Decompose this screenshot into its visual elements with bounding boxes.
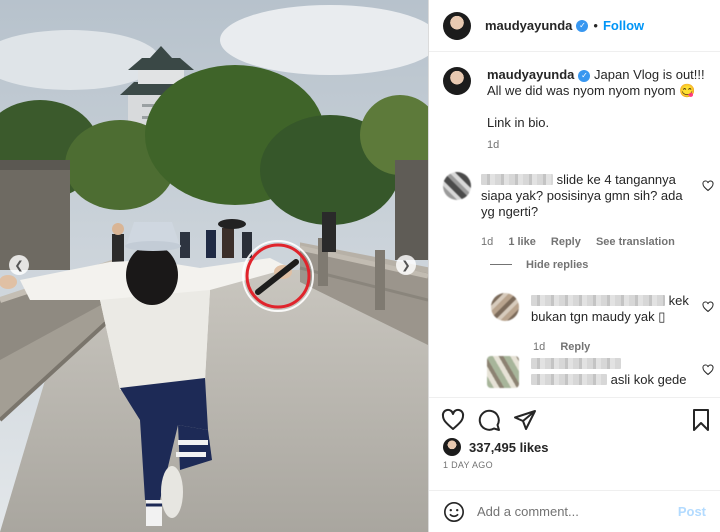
- heart-icon[interactable]: [441, 408, 465, 432]
- share-icon[interactable]: [513, 408, 537, 432]
- heart-icon[interactable]: [702, 364, 714, 376]
- comment-age[interactable]: 1d: [481, 236, 493, 248]
- comment-icon[interactable]: [477, 408, 501, 432]
- like-count[interactable]: 337,495 likes: [469, 440, 549, 455]
- comments-list[interactable]: maudyayunda ✓ Japan Vlog is out!!! All we…: [429, 53, 720, 397]
- post-comment-button[interactable]: Post: [678, 504, 706, 519]
- reply-text: asli kok gede: [610, 372, 687, 387]
- add-comment-bar: Post: [429, 490, 720, 532]
- avatar[interactable]: [443, 438, 461, 456]
- verified-badge-icon: ✓: [576, 19, 589, 32]
- hide-replies-button[interactable]: Hide replies: [490, 259, 588, 271]
- blurred-username: [531, 295, 665, 306]
- separator-dot: •: [593, 18, 598, 33]
- verified-badge-icon: ✓: [578, 70, 591, 82]
- post-photo[interactable]: ❮ ❯: [0, 0, 428, 532]
- caption-username[interactable]: maudyayunda: [487, 67, 574, 82]
- post-actions: 337,495 likes 1 DAY AGO: [429, 397, 720, 490]
- reply-age[interactable]: 1d: [533, 341, 545, 353]
- caption-line: Link in bio.: [487, 115, 550, 130]
- heart-icon[interactable]: [702, 301, 714, 313]
- chevron-left-icon[interactable]: ❮: [9, 255, 29, 275]
- caption-line: Japan Vlog is out!!!: [594, 67, 705, 82]
- blurred-username: [481, 174, 553, 185]
- comment-likes[interactable]: 1 like: [508, 236, 536, 248]
- bookmark-icon[interactable]: [689, 408, 713, 432]
- follow-button[interactable]: Follow: [603, 18, 644, 33]
- avatar[interactable]: [443, 172, 471, 200]
- reply-button[interactable]: Reply: [560, 341, 590, 353]
- reply-text: bukan tgn maudy yak ▯: [531, 309, 666, 324]
- post-caption: maudyayunda ✓ Japan Vlog is out!!! All we…: [443, 67, 713, 151]
- heart-icon[interactable]: [702, 180, 714, 192]
- chevron-right-icon[interactable]: ❯: [396, 255, 416, 275]
- avatar[interactable]: [487, 356, 519, 388]
- blurred-username: [531, 358, 621, 369]
- post-header: maudyayunda ✓ • Follow: [429, 0, 720, 52]
- emoji-icon[interactable]: [443, 501, 465, 523]
- reply-button[interactable]: Reply: [551, 236, 581, 248]
- caption-age[interactable]: 1d: [487, 139, 499, 151]
- blurred-username: [531, 374, 607, 385]
- avatar[interactable]: [443, 67, 471, 95]
- reply-text: kek: [668, 293, 689, 308]
- see-translation-button[interactable]: See translation: [596, 236, 675, 248]
- post-date[interactable]: 1 DAY AGO: [443, 460, 493, 470]
- avatar[interactable]: [491, 293, 519, 321]
- avatar[interactable]: [443, 11, 471, 40]
- post-sidebar: maudyayunda ✓ • Follow maudyayunda ✓ Japa…: [428, 0, 720, 532]
- photo-scene: [0, 0, 428, 532]
- comment-input[interactable]: [477, 504, 677, 519]
- caption-line: All we did was nyom nyom nyom 😋: [487, 83, 696, 98]
- username[interactable]: maudyayunda: [485, 18, 572, 33]
